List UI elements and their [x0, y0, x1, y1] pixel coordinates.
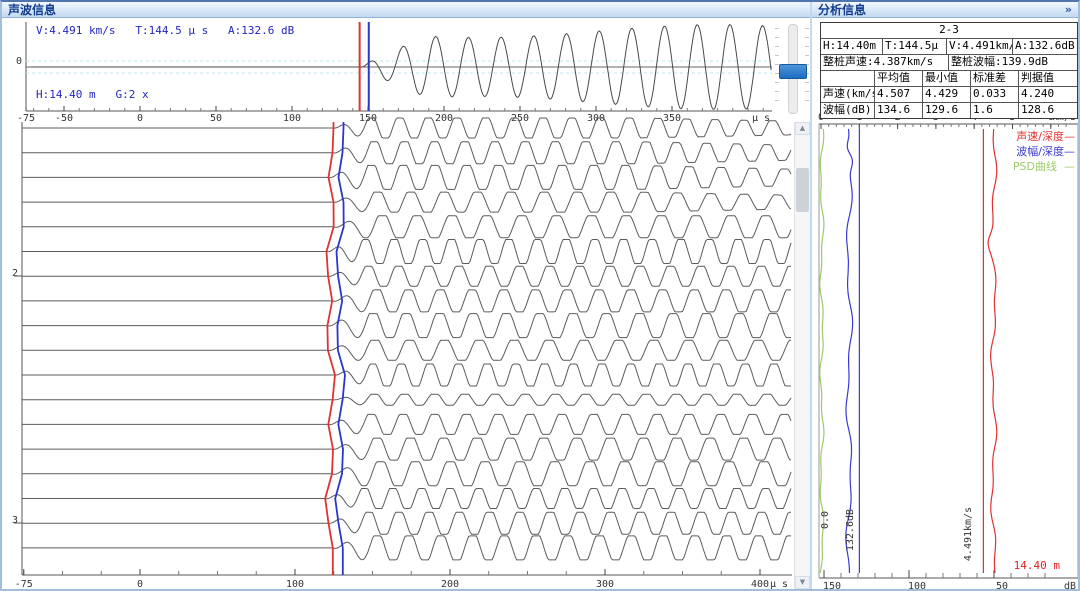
psd-value-label: 0.0	[820, 511, 831, 529]
waterfall-trace[interactable]	[22, 192, 791, 212]
velocity-value-label: 4.491km/s	[963, 507, 974, 561]
waterfall-trace[interactable]	[22, 462, 791, 486]
svg-text:50: 50	[210, 113, 222, 124]
collapse-chevron-icon[interactable]: »	[1065, 3, 1072, 17]
velocity-row-label: 声速(km/s)	[821, 87, 875, 102]
svg-text:μ s: μ s	[770, 579, 788, 589]
waterfall-scrollbar[interactable]: ▲ ▼	[794, 122, 810, 589]
application-window: -75-50050100150200250300350μ s-750100200…	[0, 0, 1080, 591]
velocity-cell: V:4.491km/s	[947, 39, 1013, 54]
amplitude-crit: 128.6	[1019, 103, 1077, 118]
waterfall-trace[interactable]	[22, 489, 791, 509]
first-arrival-pick-red[interactable]	[325, 122, 335, 575]
panel-divider	[810, 2, 812, 589]
amplitude-std: 1.6	[971, 103, 1019, 118]
waterfall-trace[interactable]	[22, 536, 791, 560]
svg-text:dB: dB	[1064, 581, 1076, 589]
scrollbar-up-icon[interactable]: ▲	[795, 122, 810, 135]
scrollbar-thumb[interactable]	[796, 168, 809, 212]
svg-text:0: 0	[137, 579, 143, 589]
scrollbar-down-icon[interactable]: ▼	[795, 576, 810, 589]
svg-text:200: 200	[441, 579, 459, 589]
waveform-panel-title: 声波信息	[8, 3, 56, 17]
waveform-panel-header: 声波信息	[2, 2, 810, 18]
stat-header-mean: 平均值	[875, 71, 923, 86]
pile-amplitude-cell: 整桩波幅:139.9dB	[949, 55, 1077, 70]
gain-slider[interactable]	[774, 22, 810, 114]
first-arrival-pick-blue[interactable]	[335, 122, 345, 575]
waterfall-trace[interactable]	[22, 266, 791, 286]
svg-text:300: 300	[596, 579, 614, 589]
psd-curve	[820, 129, 824, 573]
analysis-plot: 0123456km/s15010050dB0.0132.6dB4.491km/s	[818, 112, 1078, 589]
pile-velocity-cell: 整桩声速:4.387km/s	[821, 55, 949, 70]
depth-label-3m: 3	[7, 515, 18, 526]
waterfall-trace[interactable]	[22, 240, 791, 264]
velocity-depth-curve	[988, 129, 997, 573]
waterfall-trace[interactable]	[22, 438, 791, 460]
waterfall-trace[interactable]	[22, 290, 791, 312]
waterfall-trace[interactable]	[22, 414, 791, 434]
stat-header-min: 最小值	[923, 71, 971, 86]
depth-label-2m: 2	[7, 268, 18, 279]
depth-readout: 14.40 m	[1002, 559, 1060, 572]
amplitude-value-label: 132.6dB	[845, 509, 856, 551]
waterfall-trace[interactable]	[22, 340, 791, 360]
waterfall-trace[interactable]	[22, 142, 791, 164]
svg-text:400: 400	[751, 579, 769, 589]
wave-info-line2: H:14.40 m G:2 x	[36, 88, 149, 101]
wave-info-line1: V:4.491 km/s T:144.5 μ s A:132.6 dB	[36, 24, 294, 37]
stat-header-std: 标准差	[971, 71, 1019, 86]
waterfall-trace[interactable]	[22, 165, 791, 189]
amplitude-cell: A:132.6dB	[1013, 39, 1077, 54]
svg-text:-50: -50	[55, 113, 73, 124]
waterfall-trace[interactable]	[22, 394, 791, 405]
waterfall-trace[interactable]	[22, 364, 791, 386]
svg-text:350: 350	[663, 113, 681, 124]
svg-text:50: 50	[996, 581, 1008, 589]
stat-header-crit: 判据值	[1019, 71, 1077, 86]
legend-item-1: 波幅/深度—	[987, 144, 1075, 159]
svg-text:100: 100	[283, 113, 301, 124]
amplitude-row-label: 波幅(dB)	[821, 103, 875, 118]
svg-text:μ s: μ s	[752, 113, 770, 124]
svg-text:100: 100	[908, 581, 926, 589]
analysis-legend: 声速/深度—波幅/深度—PSD曲线 —	[987, 129, 1075, 174]
analysis-table: 2-3 H:14.40m T:144.5μ s V:4.491km/s A:13…	[820, 22, 1078, 119]
svg-text:-75: -75	[15, 579, 33, 589]
amplitude-mean: 134.6	[875, 103, 923, 118]
zero-axis-label: 0	[8, 56, 22, 67]
velocity-min: 4.429	[923, 87, 971, 102]
legend-item-2: PSD曲线 —	[987, 159, 1075, 174]
waterfall-plot: -75 0 100 200 300 400μ s	[14, 118, 792, 589]
depth-cell: H:14.40m	[821, 39, 883, 54]
amplitude-depth-curve	[846, 129, 853, 573]
stat-header-blank	[821, 71, 875, 86]
waterfall-trace[interactable]	[22, 314, 791, 338]
svg-text:0: 0	[137, 113, 143, 124]
amplitude-min: 129.6	[923, 103, 971, 118]
velocity-mean: 4.507	[875, 87, 923, 102]
analysis-panel-title: 分析信息	[818, 3, 866, 17]
svg-text:100: 100	[286, 579, 304, 589]
waterfall-trace[interactable]	[22, 512, 791, 534]
gain-slider-handle[interactable]	[779, 64, 807, 79]
svg-text:200: 200	[435, 113, 453, 124]
analysis-panel-header: » 分析信息	[812, 2, 1078, 18]
time-cell: T:144.5μ s	[883, 39, 947, 54]
legend-item-0: 声速/深度—	[987, 129, 1075, 144]
waterfall-trace[interactable]	[22, 216, 791, 238]
svg-text:-75: -75	[17, 113, 35, 124]
velocity-std: 0.033	[971, 87, 1019, 102]
velocity-crit: 4.240	[1019, 87, 1077, 102]
profile-id-cell: 2-3	[821, 23, 1077, 38]
svg-text:150: 150	[823, 581, 841, 589]
top-wave-plot: -75-50050100150200250300350μ s	[17, 22, 772, 124]
